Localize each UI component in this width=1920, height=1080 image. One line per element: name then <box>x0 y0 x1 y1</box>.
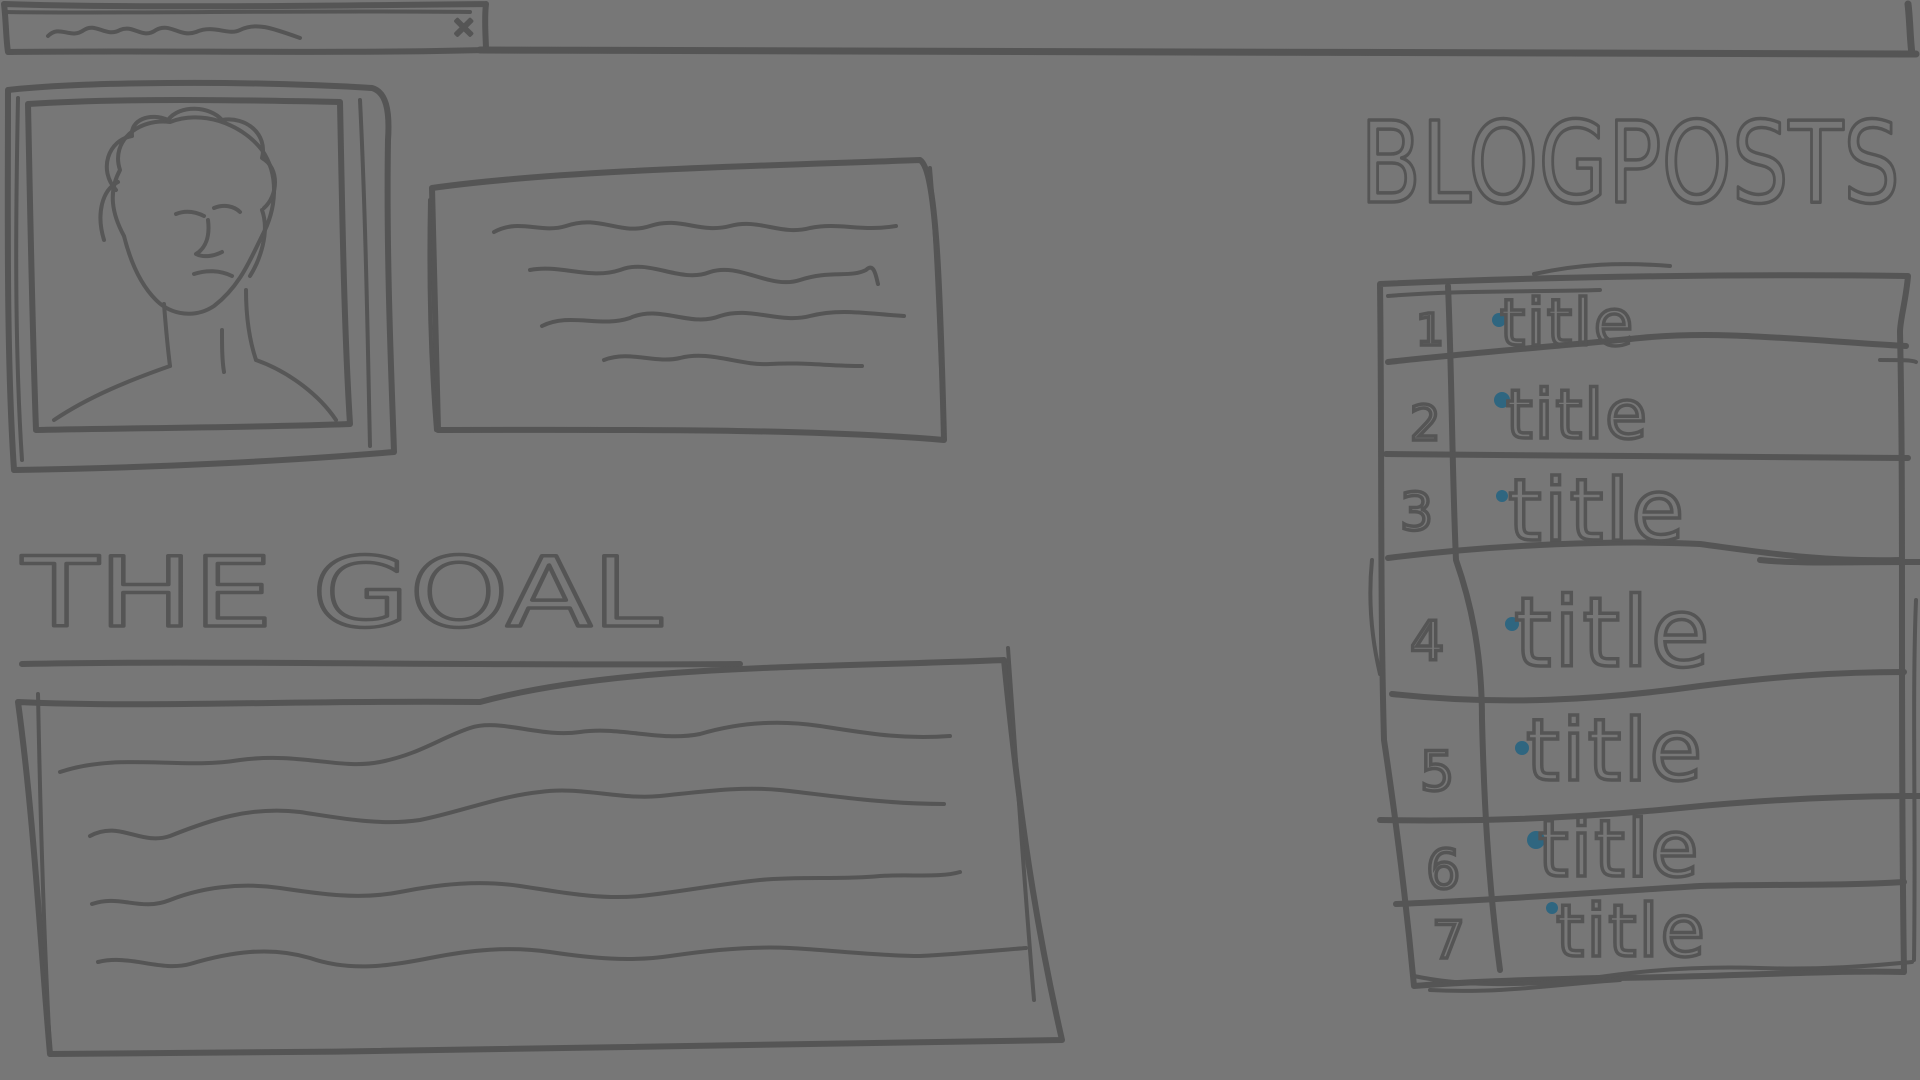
page: × THE GOAL BLOGPOSTS 1 title 2 title 3 t… <box>0 0 1920 1080</box>
blogpost-title[interactable]: title <box>1554 887 1707 975</box>
blogpost-title[interactable]: title <box>1524 699 1704 803</box>
goal-heading: THE GOAL <box>19 535 743 668</box>
blogpost-title[interactable]: title <box>1506 459 1686 563</box>
blogpost-title[interactable]: title <box>1504 374 1649 457</box>
tab-close-button[interactable]: × <box>450 8 477 45</box>
blogpost-number: 2 <box>1410 396 1441 452</box>
browser-tab[interactable]: × <box>1 1 489 55</box>
bullet-icon <box>1496 490 1508 502</box>
goal-text-box <box>15 646 1065 1057</box>
blogposts-heading: BLOGPOSTS <box>1360 99 1900 229</box>
blogpost-number: 5 <box>1420 740 1454 803</box>
intro-text-box <box>427 157 947 443</box>
goal-heading-text: THE GOAL <box>21 537 662 649</box>
tab-label-scribble <box>46 24 302 40</box>
blogpost-number: 3 <box>1400 483 1433 543</box>
blogposts-list: 1 title 2 title 3 title 4 title 5 title … <box>1368 262 1920 993</box>
goal-heading-underline <box>19 659 743 668</box>
blogpost-row[interactable]: 5 title <box>1418 699 1704 805</box>
blogpost-row[interactable]: 2 title <box>1408 374 1649 457</box>
intro-text-line <box>528 264 880 286</box>
goal-text-line <box>90 870 962 907</box>
profile-picture <box>4 79 397 473</box>
intro-text-line <box>602 353 864 368</box>
blogpost-number: 6 <box>1426 838 1460 901</box>
blogpost-row[interactable]: 3 title <box>1398 459 1686 563</box>
wireframe-sketch: × THE GOAL BLOGPOSTS 1 title 2 title 3 t… <box>1 0 1920 1057</box>
goal-text-line <box>88 786 946 841</box>
avatar <box>52 106 338 422</box>
close-icon[interactable]: × <box>450 8 477 45</box>
blogpost-row[interactable]: 4 title <box>1408 575 1712 691</box>
blogpost-number: 7 <box>1432 911 1465 971</box>
blogpost-title[interactable]: title <box>1536 803 1701 897</box>
goal-text-line <box>96 945 1028 969</box>
blogpost-number: 1 <box>1416 305 1444 356</box>
blogpost-title[interactable]: title <box>1512 575 1712 691</box>
goal-text-line <box>58 720 952 774</box>
intro-text-line <box>540 309 906 328</box>
intro-text-line <box>492 220 898 234</box>
blogpost-title[interactable]: title <box>1498 285 1635 363</box>
blogpost-number: 4 <box>1410 610 1444 673</box>
address-bar-divider <box>476 0 1920 58</box>
